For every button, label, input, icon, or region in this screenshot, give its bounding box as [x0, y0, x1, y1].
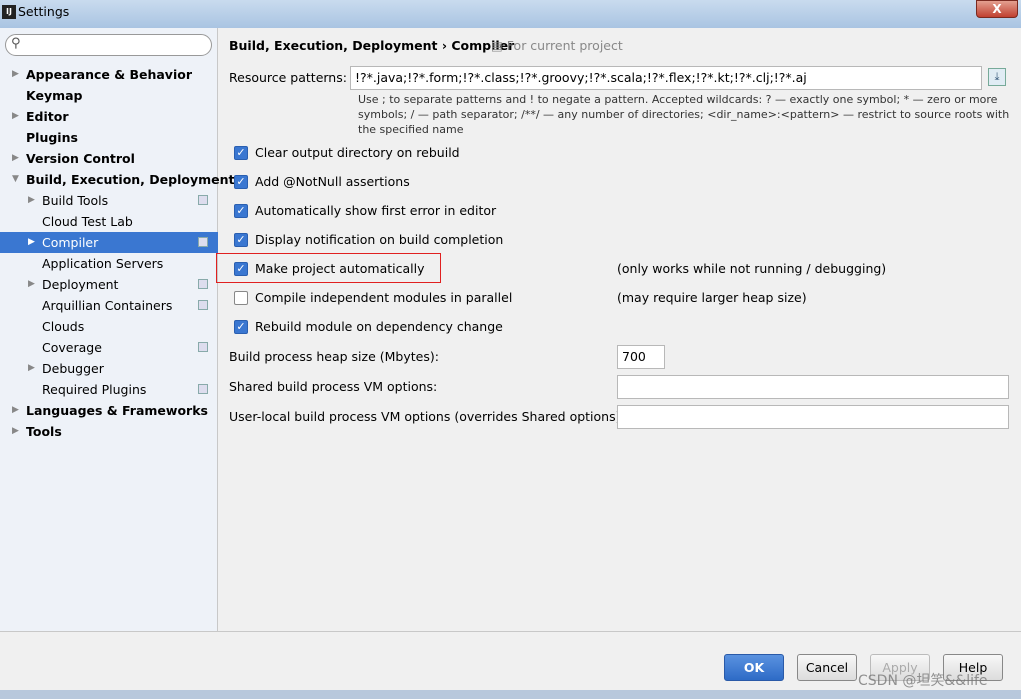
tree-item[interactable]: ▶ Languages & Frameworks	[0, 400, 218, 421]
search-input[interactable]: ⚲	[5, 34, 212, 56]
tree-item[interactable]: ▶ Tools	[0, 421, 218, 442]
breadcrumb: Build, Execution, Deployment › Compiler	[229, 38, 515, 53]
window-title: Settings	[18, 4, 70, 19]
tree-item-label: Compiler	[42, 235, 99, 250]
tree-item-label: Clouds	[42, 319, 85, 334]
close-button[interactable]: X	[976, 0, 1018, 18]
local-vm-input[interactable]	[617, 405, 1009, 429]
shared-vm-input[interactable]	[617, 375, 1009, 399]
project-scope-icon	[198, 237, 208, 247]
tree-item-label: Appearance & Behavior	[26, 67, 192, 82]
chevron-right-icon[interactable]: ▶	[28, 274, 35, 295]
resource-patterns-hint: Use ; to separate patterns and ! to nega…	[358, 93, 1010, 136]
chevron-right-icon[interactable]: ▶	[12, 64, 19, 85]
tree-item-label: Coverage	[42, 340, 102, 355]
checkbox-label[interactable]: Clear output directory on rebuild	[255, 145, 460, 160]
tree-item-label: Version Control	[26, 151, 135, 166]
cancel-button[interactable]: Cancel	[797, 654, 857, 681]
title-bar: IJ Settings X	[0, 0, 1021, 28]
tree-item[interactable]: ▶ Debugger	[0, 358, 218, 379]
checkbox-label[interactable]: Display notification on build completion	[255, 232, 503, 247]
highlight-box	[216, 253, 441, 283]
heap-size-label: Build process heap size (Mbytes):	[229, 349, 439, 364]
shared-vm-label: Shared build process VM options:	[229, 379, 438, 394]
tree-item-label: Application Servers	[42, 256, 164, 271]
project-scope-icon	[198, 195, 208, 205]
tree-item[interactable]: Clouds	[0, 316, 218, 337]
option-note: (only works while not running / debuggin…	[617, 261, 887, 276]
checkbox-label[interactable]: Rebuild module on dependency change	[255, 319, 503, 334]
checkbox[interactable]: ✓	[234, 175, 248, 189]
chevron-right-icon[interactable]: ▶	[12, 400, 19, 421]
tree-item-label: Debugger	[42, 361, 104, 376]
tree-item[interactable]: ▼ Build, Execution, Deployment	[0, 169, 234, 190]
tree-item-label: Cloud Test Lab	[42, 214, 133, 229]
tree-item[interactable]: ▶ Deployment	[0, 274, 218, 295]
tree-item-label: Keymap	[26, 88, 83, 103]
tree-item[interactable]: ▶ Build Tools	[0, 190, 218, 211]
tree-item[interactable]: Cloud Test Lab	[0, 211, 218, 232]
checkbox[interactable]	[234, 291, 248, 305]
dialog-footer: OK Cancel Apply Help CSDN @坦笑&&life	[0, 631, 1021, 690]
tree-item-label: Editor	[26, 109, 69, 124]
checkbox-label[interactable]: Add @NotNull assertions	[255, 174, 410, 189]
resource-patterns-input[interactable]: !?*.java;!?*.form;!?*.class;!?*.groovy;!…	[350, 66, 982, 90]
chevron-right-icon[interactable]: ▶	[12, 421, 19, 442]
tree-item[interactable]: ▶ Appearance & Behavior	[0, 64, 218, 85]
project-scope-icon	[198, 279, 208, 289]
tree-item-label: Tools	[26, 424, 62, 439]
chevron-right-icon[interactable]: ▶	[12, 106, 19, 127]
checkbox-label[interactable]: Compile independent modules in parallel	[255, 290, 512, 305]
taskbar-strip	[0, 690, 1021, 699]
project-scope-icon	[198, 300, 208, 310]
tree-item-label: Languages & Frameworks	[26, 403, 208, 418]
tree-item[interactable]: Keymap	[0, 85, 218, 106]
tree-item-label: Plugins	[26, 130, 78, 145]
tree-item[interactable]: Coverage	[0, 337, 218, 358]
tree-item-label: Deployment	[42, 277, 119, 292]
chevron-right-icon[interactable]: ▶	[28, 358, 35, 379]
tree-item-label: Build Tools	[42, 193, 109, 208]
chevron-right-icon[interactable]: ▶	[28, 232, 35, 253]
chevron-down-icon[interactable]: ▼	[12, 169, 19, 190]
heap-size-input[interactable]: 700	[617, 345, 665, 369]
chevron-right-icon[interactable]: ▶	[28, 190, 35, 211]
checkbox-label[interactable]: Automatically show first error in editor	[255, 203, 496, 218]
intellij-icon: IJ	[2, 5, 16, 19]
tree-item-label: Required Plugins	[42, 382, 147, 397]
project-scope-icon	[198, 342, 208, 352]
tree-item[interactable]: Required Plugins	[0, 379, 218, 400]
resource-patterns-label: Resource patterns:	[229, 70, 347, 85]
compiler-settings-panel: Build, Execution, Deployment › Compiler …	[216, 28, 1021, 631]
expand-field-icon[interactable]: ⤓	[988, 68, 1006, 86]
ok-button[interactable]: OK	[724, 654, 784, 681]
search-icon: ⚲	[11, 36, 21, 51]
tree-item-label: Arquillian Containers	[42, 298, 173, 313]
settings-sidebar: ⚲ ▶ Appearance & Behavior Keymap ▶ Editor Plu…	[0, 28, 234, 631]
tree-item[interactable]: ▶ Editor	[0, 106, 218, 127]
tree-item-label: Build, Execution, Deployment	[26, 172, 235, 187]
checkbox[interactable]: ✓	[234, 320, 248, 334]
checkbox[interactable]: ✓	[234, 146, 248, 160]
local-vm-label: User-local build process VM options (ove…	[229, 409, 625, 424]
project-scope-icon	[198, 384, 208, 394]
chevron-right-icon[interactable]: ▶	[12, 148, 19, 169]
tree-item[interactable]: ▶ Version Control	[0, 148, 218, 169]
checkbox[interactable]: ✓	[234, 233, 248, 247]
tree-item[interactable]: Arquillian Containers	[0, 295, 218, 316]
checkbox[interactable]: ✓	[234, 204, 248, 218]
tree-item[interactable]: Application Servers	[0, 253, 218, 274]
tree-item[interactable]: ▶ Compiler	[0, 232, 218, 253]
option-note: (may require larger heap size)	[617, 290, 807, 305]
scope-label: ▤ For current project	[491, 38, 623, 53]
watermark: CSDN @坦笑&&life	[858, 673, 988, 689]
tree-item[interactable]: Plugins	[0, 127, 218, 148]
